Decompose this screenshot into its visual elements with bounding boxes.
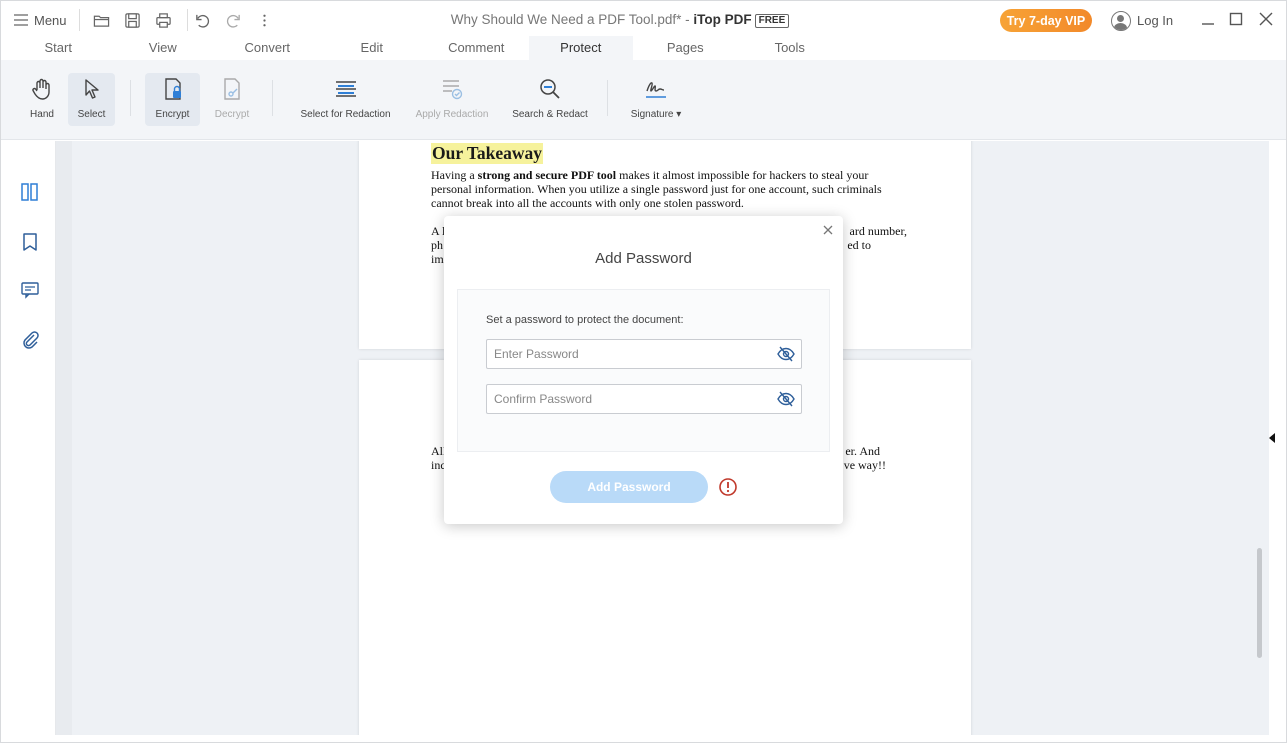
redaction-lines-icon bbox=[335, 81, 356, 97]
title-bar: Menu Why Should We Need a PDF Tool.pdf* … bbox=[0, 0, 1287, 38]
menu-label: Menu bbox=[34, 12, 67, 28]
tab-edit[interactable]: Edit bbox=[320, 36, 425, 60]
enter-password-field[interactable] bbox=[486, 339, 802, 369]
doc-name: Why Should We Need a PDF Tool.pdf* bbox=[450, 12, 682, 27]
decrypt-button[interactable]: Decrypt bbox=[207, 73, 257, 126]
signature-dropdown-button[interactable]: Signature ▾ bbox=[624, 73, 688, 126]
tab-convert[interactable]: Convert bbox=[215, 36, 320, 60]
app-name: iTop PDF bbox=[693, 12, 752, 27]
user-avatar-icon bbox=[1111, 10, 1131, 31]
password-form: Set a password to protect the document: bbox=[457, 289, 830, 452]
para3-end: er. And bbox=[845, 444, 880, 458]
open-folder-icon[interactable] bbox=[86, 9, 117, 31]
para2-line2-start: ph bbox=[431, 238, 443, 252]
window-bottom-edge bbox=[0, 735, 1287, 743]
select-tool-button[interactable]: Select bbox=[68, 73, 115, 126]
tab-tools[interactable]: Tools bbox=[738, 36, 843, 60]
cursor-arrow-icon bbox=[84, 79, 99, 99]
save-icon[interactable] bbox=[117, 9, 148, 31]
free-badge: FREE bbox=[754, 14, 790, 28]
encrypt-button[interactable]: Encrypt bbox=[145, 73, 200, 126]
tab-comment[interactable]: Comment bbox=[424, 36, 529, 60]
para3-line2-end: ve way!! bbox=[843, 458, 886, 472]
add-password-button[interactable]: Add Password bbox=[550, 471, 708, 503]
more-options-icon[interactable] bbox=[249, 9, 280, 31]
dialog-title: Add Password bbox=[595, 250, 692, 267]
print-icon[interactable] bbox=[148, 9, 179, 31]
para1-pre: Having a bbox=[431, 168, 478, 182]
encrypt-lock-icon bbox=[164, 78, 181, 100]
menu-button[interactable]: Menu bbox=[14, 9, 80, 31]
hide-confirm-eye-icon[interactable] bbox=[777, 391, 795, 407]
ribbon-divider bbox=[272, 80, 273, 116]
warning-icon[interactable] bbox=[718, 477, 738, 497]
para2-line3-start: im bbox=[431, 252, 444, 266]
para1-bold: strong and secure PDF tool bbox=[477, 168, 617, 182]
add-password-dialog: Add Password Set a password to protect t… bbox=[444, 216, 843, 524]
undo-icon[interactable] bbox=[186, 9, 218, 31]
doc-paragraph-1: Having a strong and secure PDF tool make… bbox=[431, 168, 911, 210]
select-label: Select bbox=[77, 109, 106, 120]
login-label: Log In bbox=[1137, 13, 1174, 28]
thumbnail-panel-icon[interactable] bbox=[19, 181, 41, 203]
doc-heading: Our Takeaway bbox=[431, 143, 544, 164]
signature-pen-icon bbox=[646, 82, 666, 98]
redo-icon[interactable] bbox=[218, 9, 249, 31]
encrypt-label: Encrypt bbox=[155, 109, 190, 120]
viewer-gutter bbox=[56, 141, 72, 735]
tab-protect[interactable]: Protect bbox=[528, 36, 633, 60]
maximize-icon[interactable] bbox=[1227, 10, 1245, 28]
tab-start[interactable]: Start bbox=[6, 36, 111, 60]
tab-pages[interactable]: Pages bbox=[633, 36, 738, 60]
try-vip-button[interactable]: Try 7-day VIP bbox=[1000, 9, 1092, 32]
signature-label: Signature ▾ bbox=[630, 109, 682, 120]
ribbon-divider bbox=[130, 80, 131, 116]
expand-right-panel-icon[interactable] bbox=[1269, 433, 1275, 443]
apply-redaction-label: Apply Redaction bbox=[415, 109, 489, 120]
minimize-icon[interactable] bbox=[1199, 10, 1217, 28]
main-tabs: Start View Convert Edit Comment Protect … bbox=[0, 36, 1287, 60]
hand-icon bbox=[32, 78, 50, 100]
close-window-icon[interactable] bbox=[1257, 10, 1275, 28]
ribbon-divider bbox=[607, 80, 608, 116]
hide-password-eye-icon[interactable] bbox=[777, 346, 795, 362]
close-icon[interactable] bbox=[821, 223, 835, 237]
apply-redaction-button[interactable]: Apply Redaction bbox=[410, 73, 494, 126]
vertical-scrollbar[interactable] bbox=[1257, 548, 1262, 658]
decrypt-label: Decrypt bbox=[214, 109, 250, 120]
login-button[interactable]: Log In bbox=[1111, 9, 1173, 32]
select-redaction-label: Select for Redaction bbox=[300, 109, 391, 120]
decrypt-key-icon bbox=[224, 78, 240, 100]
select-for-redaction-button[interactable]: Select for Redaction bbox=[295, 73, 396, 126]
hand-label: Hand bbox=[30, 109, 54, 120]
tab-view[interactable]: View bbox=[111, 36, 216, 60]
para2-end: ard number, bbox=[849, 224, 908, 238]
hamburger-icon bbox=[14, 14, 28, 26]
instruction-text: Set a password to protect the document: bbox=[486, 314, 684, 326]
bookmark-icon[interactable] bbox=[19, 231, 41, 253]
para2-line2-end: ed to bbox=[847, 238, 871, 252]
title-separator: - bbox=[681, 12, 694, 27]
protect-ribbon: Hand Select Encrypt Decrypt Select for R… bbox=[0, 60, 1287, 140]
quick-access-toolbar: Menu bbox=[14, 9, 280, 31]
left-sidebar bbox=[0, 141, 56, 735]
apply-redaction-icon bbox=[443, 80, 463, 100]
enter-password-input[interactable] bbox=[487, 340, 757, 368]
confirm-password-input[interactable] bbox=[487, 385, 757, 413]
search-redact-label: Search & Redact bbox=[512, 109, 588, 120]
comment-panel-icon[interactable] bbox=[19, 279, 41, 301]
attachment-icon[interactable] bbox=[19, 328, 41, 350]
search-redact-icon bbox=[540, 79, 560, 99]
hand-tool-button[interactable]: Hand bbox=[22, 73, 62, 126]
search-and-redact-button[interactable]: Search & Redact bbox=[508, 73, 592, 126]
confirm-password-field[interactable] bbox=[486, 384, 802, 414]
